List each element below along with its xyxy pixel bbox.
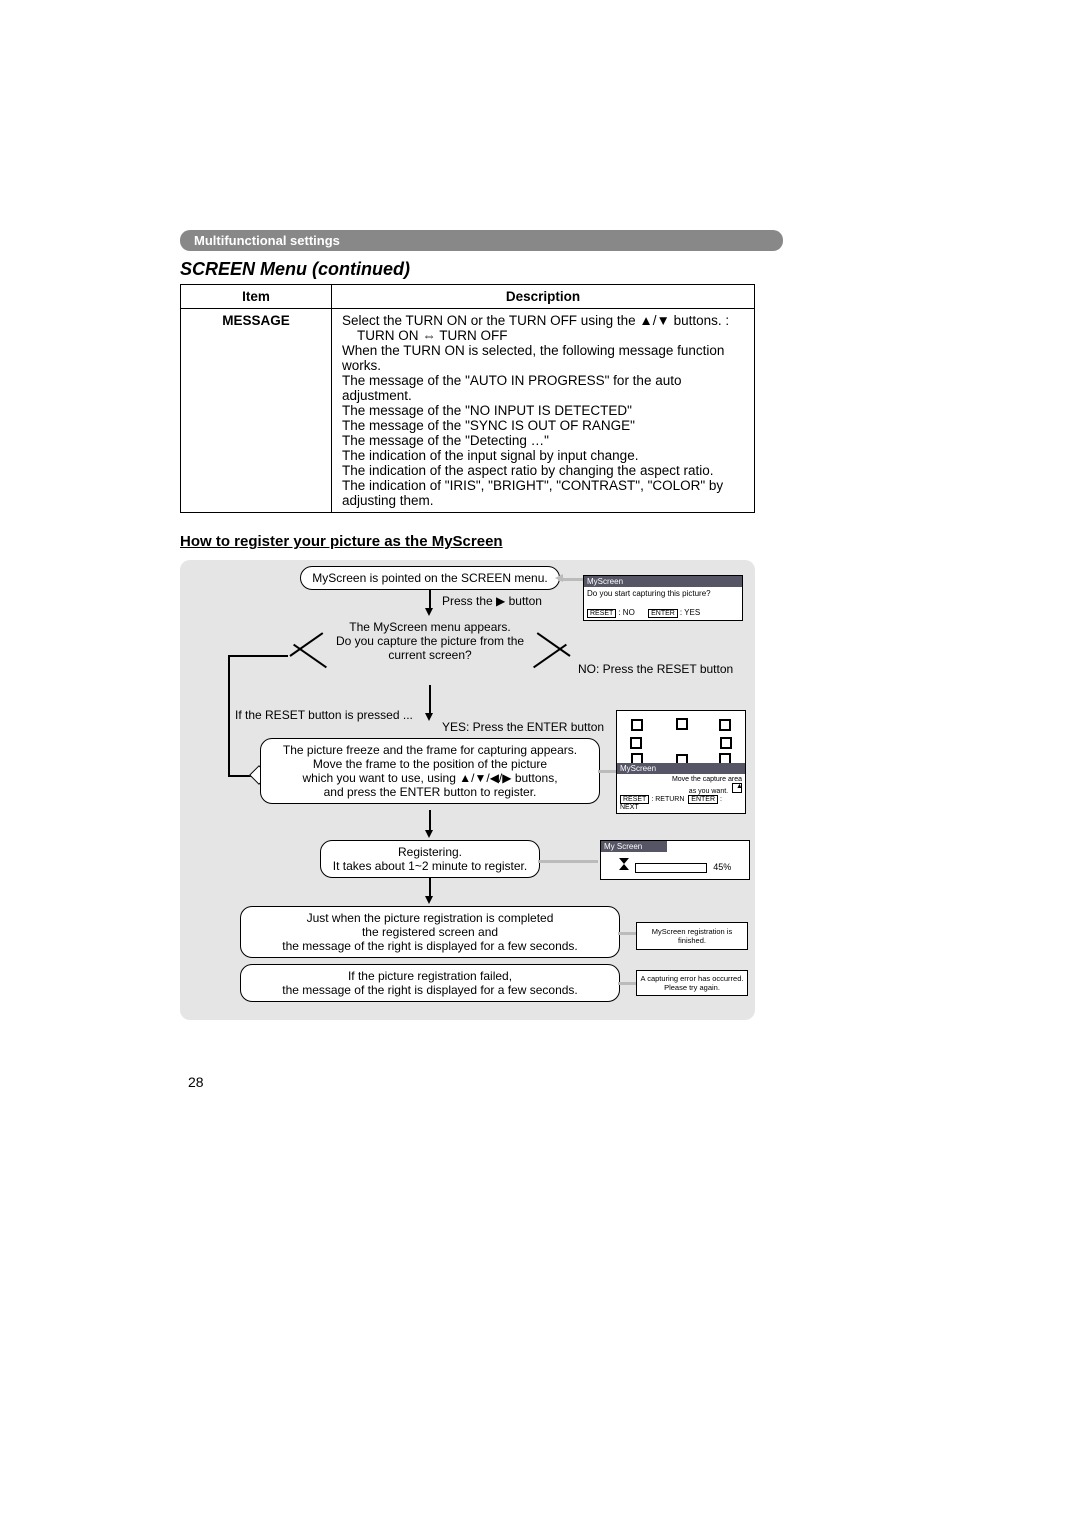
flow-step-5: Just when the picture registration is co… bbox=[240, 906, 620, 958]
right-icon: ▶ bbox=[496, 594, 505, 608]
flow-step-6: If the picture registration failed, the … bbox=[240, 964, 620, 1002]
row-item-desc: Select the TURN ON or the TURN OFF using… bbox=[332, 309, 755, 513]
label-no-branch: NO: Press the RESET button bbox=[578, 662, 733, 676]
flow-step-3: The picture freeze and the frame for cap… bbox=[260, 738, 600, 804]
label-yes-branch: YES: Press the ENTER button bbox=[442, 720, 604, 734]
th-item: Item bbox=[181, 285, 332, 309]
section-pill: Multifunctional settings bbox=[180, 230, 783, 251]
flow-step-1: MyScreen is pointed on the SCREEN menu. bbox=[300, 566, 560, 590]
label-press-right: Press the ▶ button bbox=[442, 594, 542, 608]
flowchart: MyScreen is pointed on the SCREEN menu. … bbox=[180, 560, 755, 1020]
arrow-left-icon bbox=[555, 574, 563, 582]
up-icon: ▲ bbox=[639, 313, 652, 328]
manual-page: Multifunctional settings SCREEN Menu (co… bbox=[0, 0, 1080, 1528]
th-desc: Description bbox=[332, 285, 755, 309]
page-number: 28 bbox=[188, 1074, 204, 1090]
connector bbox=[429, 590, 431, 610]
mini-dialog-finished: MyScreen registration is finished. bbox=[636, 922, 748, 950]
label-if-reset: If the RESET button is pressed ... bbox=[235, 708, 413, 722]
mini-dialog-move: MyScreen Move the capture areaas you wan… bbox=[616, 710, 746, 814]
hourglass-icon bbox=[619, 858, 629, 870]
arrow-down-icon bbox=[425, 713, 433, 721]
flow-step-4: Registering. It takes about 1~2 minute t… bbox=[320, 840, 540, 878]
flow-decision: The MyScreen menu appears. Do you captur… bbox=[330, 620, 530, 662]
down-icon: ▼ bbox=[657, 313, 670, 328]
arrow-down-icon bbox=[425, 830, 433, 838]
howto-heading: How to register your picture as the MySc… bbox=[180, 533, 900, 550]
row-item-name: MESSAGE bbox=[181, 309, 332, 513]
page-title: SCREEN Menu (continued) bbox=[180, 259, 900, 280]
settings-table: Item Description MESSAGE Select the TURN… bbox=[180, 284, 755, 513]
arrow-down-icon bbox=[425, 608, 433, 616]
mini-dialog-start: MyScreen Do you start capturing this pic… bbox=[583, 575, 743, 621]
mini-dialog-progress: My Screen 45% bbox=[600, 840, 750, 880]
arrow-down-icon bbox=[425, 896, 433, 904]
swap-icon: ⇔ bbox=[422, 328, 436, 343]
mini-dialog-error: A capturing error has occurred.Please tr… bbox=[636, 970, 748, 996]
